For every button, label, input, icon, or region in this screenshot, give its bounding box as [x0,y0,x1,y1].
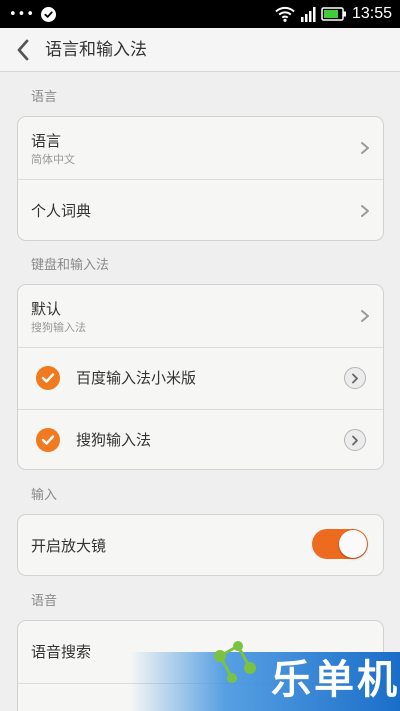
section-header-voice: 语音 [31,594,58,609]
checkmark-icon [41,373,55,383]
row-subtitle: 搜狗输入法 [31,321,86,334]
wifi-icon [275,6,295,22]
magnifier-row: 开启放大镜 [18,515,383,575]
sync-check-icon [41,7,57,22]
page-title: 语言和输入法 [45,40,147,60]
watermark-banner: 乐单机 [130,641,400,711]
ime-settings-button[interactable] [344,429,366,451]
app-bar: 语言和输入法 [0,28,400,72]
row-subtitle: 简体中文 [31,153,75,166]
notification-dots: ••• [9,7,36,22]
chevron-right-icon [361,310,369,322]
chevron-right-icon [352,373,358,383]
ime-enabled-checkbox[interactable] [36,366,60,390]
keyboard-card: 默认 搜狗输入法 百度输入法小米版 搜狗输入法 [17,284,384,470]
section-header-language: 语言 [31,90,58,105]
language-row[interactable]: 语言 简体中文 [18,117,383,179]
row-title: 默认 [31,300,62,318]
language-card: 语言 简体中文 个人词典 [17,116,384,241]
status-bar: ••• 13:55 [0,0,400,28]
ime-enabled-checkbox[interactable] [36,428,60,452]
magnifier-toggle[interactable] [312,529,368,559]
row-title: 百度输入法小米版 [76,369,197,387]
status-time: 13:55 [351,5,392,22]
section-header-keyboard: 键盘和输入法 [31,258,110,273]
ime-settings-button[interactable] [344,367,366,389]
watermark-text: 乐单机 [271,657,400,703]
status-notifications: ••• [9,7,57,22]
ime-row-baidu: 百度输入法小米版 [18,348,383,409]
signal-icon [300,6,316,22]
row-title: 语音搜索 [31,643,92,661]
default-ime-row[interactable]: 默认 搜狗输入法 [18,285,383,347]
section-header-input: 输入 [31,488,58,503]
toggle-knob [339,530,367,558]
back-button[interactable] [14,38,34,62]
row-title: 开启放大镜 [31,537,107,555]
back-chevron-icon [17,39,29,61]
chevron-right-icon [361,142,369,154]
chevron-right-icon [361,205,369,217]
status-system-icons: 13:55 [275,5,392,23]
row-title: 语言 [31,132,62,150]
personal-dictionary-row[interactable]: 个人词典 [18,180,383,240]
row-title: 个人词典 [31,202,92,220]
molecule-logo-icon [214,641,256,683]
chevron-right-icon [352,435,358,445]
input-card: 开启放大镜 [17,514,384,576]
row-title: 搜狗输入法 [76,431,152,449]
ime-row-sogou: 搜狗输入法 [18,410,383,469]
checkmark-icon [41,435,55,445]
battery-icon [321,7,346,21]
